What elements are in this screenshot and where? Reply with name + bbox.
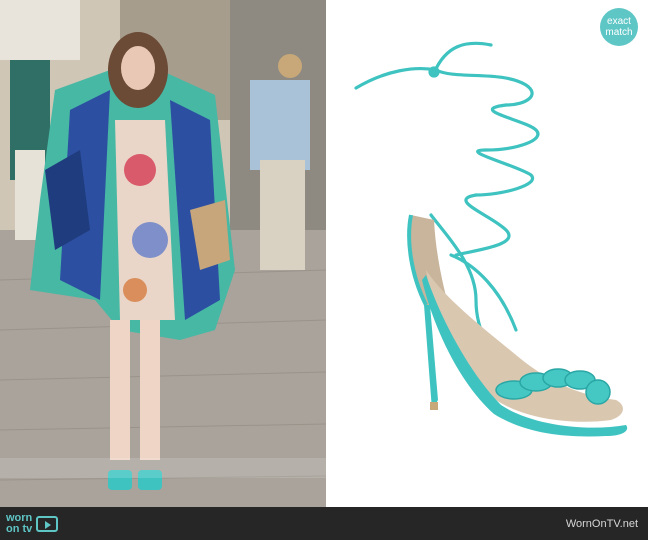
product-photo bbox=[326, 0, 648, 507]
badge-line-1: exact bbox=[607, 16, 631, 27]
footer-bar: worn on tv WornOnTV.net bbox=[0, 507, 648, 540]
logo-line-1: worn bbox=[6, 511, 33, 524]
exact-match-badge: exact match bbox=[600, 8, 638, 46]
tv-icon bbox=[36, 515, 59, 532]
outfit-photo-illustration bbox=[0, 0, 326, 507]
logo-text: worn on tv bbox=[6, 511, 33, 535]
worn-on-tv-logo[interactable]: worn on tv bbox=[6, 511, 59, 535]
page: exact match worn on tv WornOnTV.net bbox=[0, 0, 648, 540]
logo-line-2: on tv bbox=[6, 522, 33, 535]
outfit-photo bbox=[0, 0, 326, 507]
badge-line-2: match bbox=[605, 27, 633, 38]
sandal-illustration bbox=[354, 41, 628, 437]
site-name[interactable]: WornOnTV.net bbox=[566, 518, 638, 530]
